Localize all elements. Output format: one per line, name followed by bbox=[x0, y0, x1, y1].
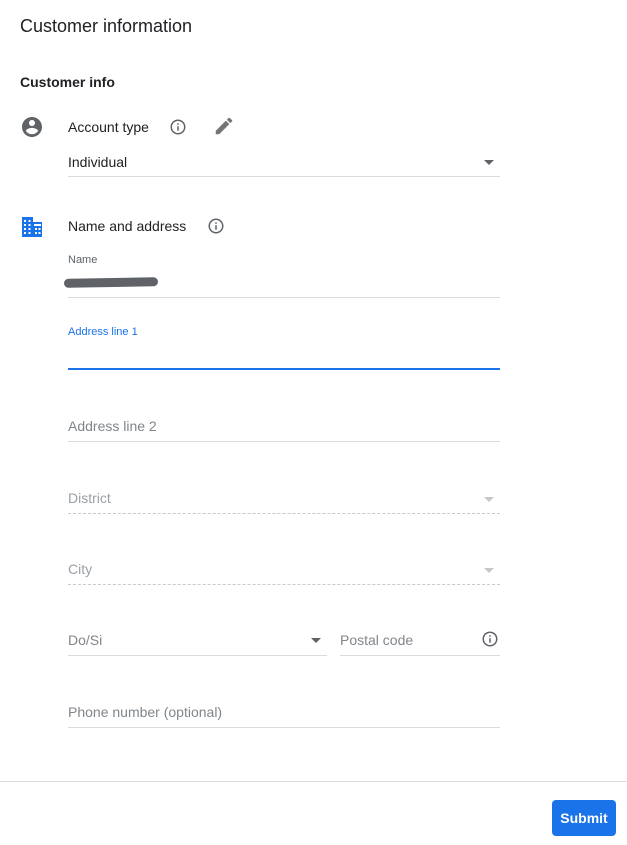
section-title: Customer info bbox=[20, 74, 115, 90]
postal-code-info-icon[interactable] bbox=[481, 630, 499, 648]
page-title: Customer information bbox=[20, 16, 193, 36]
district-select[interactable]: District bbox=[68, 484, 500, 514]
chevron-down-icon bbox=[484, 160, 494, 165]
name-field[interactable]: Name bbox=[63, 254, 500, 298]
account-type-info-icon[interactable] bbox=[169, 118, 187, 136]
account-type-label: Account type bbox=[68, 119, 149, 135]
chevron-down-icon bbox=[311, 638, 321, 643]
address-line2-placeholder: Address line 2 bbox=[68, 418, 157, 434]
address-line1-label: Address line 1 bbox=[68, 326, 138, 338]
phone-number-placeholder: Phone number (optional) bbox=[68, 704, 223, 720]
field-underline bbox=[68, 176, 500, 177]
address-line1-field[interactable]: Address line 1 bbox=[68, 326, 500, 370]
submit-button[interactable]: Submit bbox=[552, 800, 616, 836]
address-line2-field[interactable]: Address line 2 bbox=[68, 412, 500, 442]
field-underline-dashed bbox=[68, 584, 500, 585]
field-underline bbox=[340, 655, 500, 656]
dosi-select[interactable]: Do/Si bbox=[68, 626, 327, 656]
business-building-icon bbox=[21, 216, 43, 238]
field-underline-dashed bbox=[68, 513, 500, 514]
field-underline bbox=[68, 297, 500, 298]
name-and-address-label: Name and address bbox=[68, 218, 187, 234]
name-and-address-info-icon[interactable] bbox=[207, 217, 225, 235]
chevron-down-icon bbox=[484, 497, 494, 502]
phone-number-field[interactable]: Phone number (optional) bbox=[68, 698, 500, 728]
field-underline bbox=[68, 655, 327, 656]
field-underline bbox=[68, 441, 500, 442]
postal-code-placeholder: Postal code bbox=[340, 632, 414, 648]
field-underline bbox=[68, 727, 500, 728]
district-placeholder: District bbox=[68, 490, 111, 506]
chevron-down-icon bbox=[484, 568, 494, 573]
account-type-select[interactable]: Individual bbox=[68, 148, 500, 177]
pencil-icon[interactable] bbox=[213, 115, 235, 137]
account-circle-icon bbox=[20, 115, 44, 139]
account-type-value: Individual bbox=[68, 154, 128, 170]
name-field-label: Name bbox=[68, 254, 98, 266]
city-placeholder: City bbox=[68, 561, 93, 577]
city-select[interactable]: City bbox=[68, 555, 500, 585]
footer-divider bbox=[0, 781, 627, 782]
postal-code-field[interactable]: Postal code bbox=[340, 626, 500, 656]
field-underline-focused bbox=[68, 368, 500, 370]
dosi-placeholder: Do/Si bbox=[68, 632, 103, 648]
redaction-mark bbox=[63, 277, 159, 288]
